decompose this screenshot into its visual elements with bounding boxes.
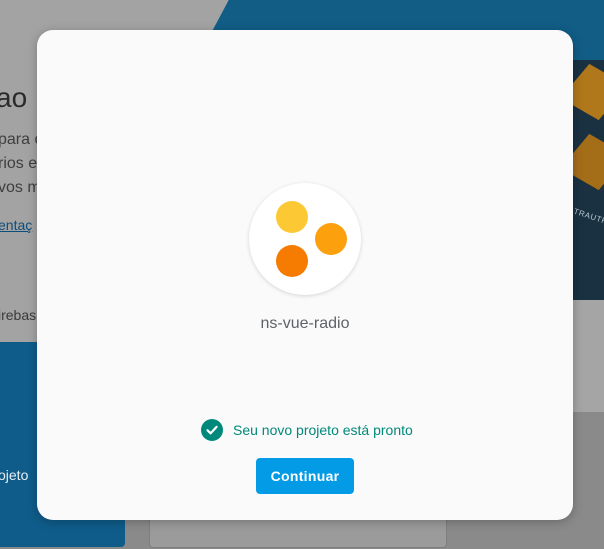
screen: TRAUTH ao para c rios e vos m entaç ireb… <box>0 0 604 549</box>
project-dots-icon <box>249 183 361 295</box>
logo-dot <box>315 223 347 255</box>
background-paragraph-line: vos m <box>0 179 41 196</box>
continue-button[interactable]: Continuar <box>256 458 354 494</box>
logo-dot <box>276 201 308 233</box>
background-paragraph-line: rios e <box>0 155 38 172</box>
status-row: Seu novo projeto está pronto <box>201 419 413 441</box>
project-name: ns-vue-radio <box>260 315 350 332</box>
background-firebase-text: irebas <box>0 307 37 323</box>
logo-dot <box>276 245 308 277</box>
background-doc-link: entaç <box>0 217 33 233</box>
project-ready-dialog: ns-vue-radio Seu novo projeto está pront… <box>37 30 573 520</box>
background-project-card-text: ojeto <box>0 467 29 483</box>
check-circle-icon <box>201 419 223 441</box>
background-heading: ao <box>0 82 28 113</box>
status-text: Seu novo projeto está pronto <box>233 422 413 438</box>
